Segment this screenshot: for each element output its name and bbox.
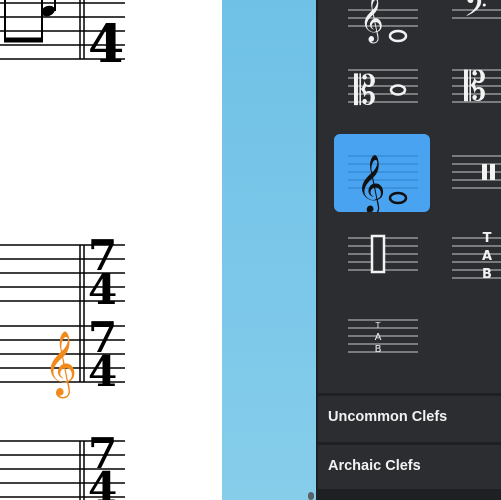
tab-clef-icon: T A B [452,231,501,282]
palette-cell-alto[interactable]: 𝄡 [334,52,430,130]
score-canvas: 4 7 4 7 4 𝄞 7 4 [0,0,125,500]
tenor-clef-icon: 𝄡 [452,64,501,110]
section-uncommon-clefs-label: Uncommon Clefs [328,409,448,425]
percussion-clef-2-icon [348,234,418,274]
section-archaic-clefs[interactable]: Archaic Clefs [318,442,501,489]
svg-text:𝄡: 𝄡 [464,64,486,110]
section-next [318,489,501,500]
svg-text:T: T [375,321,381,330]
palette-cell-percussion[interactable] [452,134,501,212]
barline-top [79,0,85,59]
palette-cell-tab[interactable]: T A B [452,216,501,294]
svg-text:T: T [483,231,492,246]
barline-bottom [79,441,85,500]
alto-clef-icon: 𝄡 [348,68,418,114]
svg-text:𝄞: 𝄞 [360,0,384,44]
section-archaic-clefs-label: Archaic Clefs [328,458,421,474]
score-view[interactable]: 4 7 4 7 4 𝄞 7 4 [0,0,222,500]
tab-clef-small-icon: T A B [348,319,418,355]
svg-text:B: B [375,344,382,355]
svg-text:𝄢: 𝄢 [464,0,487,31]
palette-cell-tenor[interactable]: 𝄡 [452,52,501,130]
treble-clef-icon: 𝄞 [348,154,418,212]
svg-text:A: A [482,249,492,264]
section-uncommon-clefs[interactable]: Uncommon Clefs [318,393,501,440]
note-beam[interactable] [4,0,56,43]
time-signature-denominator[interactable]: 4 [88,265,117,314]
percussion-clef-icon [452,155,501,189]
svg-text:𝄞: 𝄞 [356,154,386,212]
time-signature-denominator[interactable]: 4 [88,463,117,500]
svg-text:B: B [482,267,492,282]
time-signature-denominator[interactable]: 4 [88,14,124,75]
barline-middle [79,245,85,382]
palette-cell-treble-selected[interactable]: 𝄞 [334,134,430,212]
svg-text:A: A [375,332,382,343]
svg-text:𝄡: 𝄡 [354,68,376,114]
canvas-background [222,0,316,500]
palette-cell-tab-small[interactable]: T A B [334,298,430,376]
palette-cell-percussion-2[interactable] [334,216,430,294]
treble-clef-icon[interactable]: 𝄞 [44,331,77,398]
panel-resize-handle[interactable] [308,492,314,500]
time-signature-denominator[interactable]: 4 [88,347,117,396]
